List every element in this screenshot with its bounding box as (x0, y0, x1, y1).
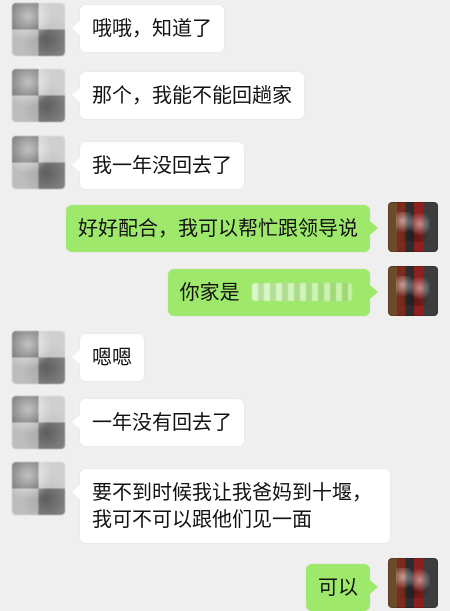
message-bubble[interactable]: 哦哦，知道了 (72, 5, 224, 52)
avatar[interactable] (12, 331, 65, 384)
message-bubble[interactable]: 我一年没回去了 (72, 142, 244, 189)
avatar[interactable] (388, 202, 438, 252)
message-row: 好好配合，我可以帮忙跟领导说 (0, 198, 450, 260)
message-bubble[interactable]: 要不到时候我让我爸妈到十堰，我可不可以跟他们见一面 (72, 469, 390, 543)
avatar[interactable] (12, 136, 65, 189)
message-row: 要不到时候我让我爸妈到十堰，我可不可以跟他们见一面 (0, 458, 450, 554)
message-bubble[interactable]: 好好配合，我可以帮忙跟领导说 (66, 205, 378, 252)
avatar[interactable] (12, 462, 65, 515)
message-row: 你家是 (0, 262, 450, 324)
redacted-text (252, 283, 352, 301)
avatar[interactable] (12, 3, 65, 56)
avatar[interactable] (388, 266, 438, 316)
message-text: 你家是 (179, 280, 240, 304)
message-row: 一年没有回去了 (0, 392, 450, 454)
message-bubble[interactable]: 那个，我能不能回趟家 (72, 72, 304, 119)
message-bubble[interactable]: 嗯嗯 (72, 334, 144, 381)
message-row: 我一年没回去了 (0, 134, 450, 194)
message-row: 可以 (0, 552, 450, 611)
message-bubble[interactable]: 可以 (306, 564, 378, 611)
message-row: 哦哦，知道了 (0, 2, 450, 60)
avatar[interactable] (388, 558, 438, 608)
message-row: 嗯嗯 (0, 326, 450, 388)
message-row: 那个，我能不能回趟家 (0, 68, 450, 132)
chat-window: 哦哦，知道了 那个，我能不能回趟家 我一年没回去了 好好配合，我可以帮忙跟领导说… (0, 0, 450, 611)
avatar[interactable] (12, 69, 65, 122)
message-bubble[interactable]: 你家是 (167, 269, 379, 316)
message-bubble[interactable]: 一年没有回去了 (72, 399, 244, 446)
avatar[interactable] (12, 396, 65, 449)
